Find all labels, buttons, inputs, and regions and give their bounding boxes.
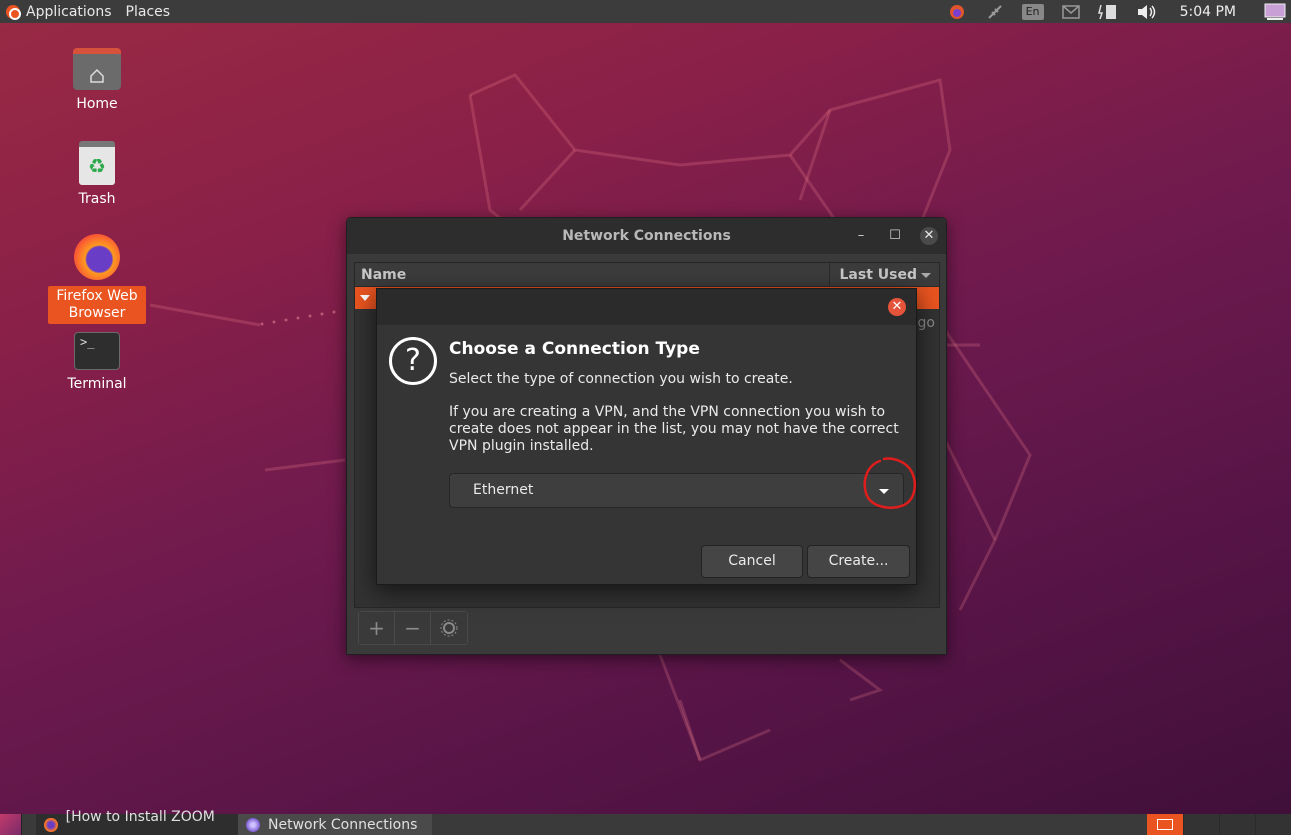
create-button[interactable]: Create... <box>807 545 910 578</box>
combo-selected-value: Ethernet <box>473 482 534 498</box>
ubuntu-logo-icon <box>6 4 21 20</box>
desktop-icon-label: Home <box>76 96 118 112</box>
firefox-icon <box>44 817 58 832</box>
settings-gear-button[interactable] <box>431 612 467 644</box>
dialog-titlebar[interactable]: ✕ <box>377 289 916 325</box>
choose-connection-type-dialog: ✕ ? Choose a Connection Type Select the … <box>376 288 917 585</box>
firefox-tray-icon[interactable] <box>945 3 969 21</box>
clock[interactable]: 5:04 PM <box>1180 4 1236 20</box>
taskbar-item-label: [How to Install ZOOM ... <box>65 808 215 835</box>
dialog-description: Select the type of connection you wish t… <box>449 371 793 387</box>
mail-icon[interactable] <box>1059 3 1083 21</box>
desktop-icon-home[interactable]: Home <box>48 48 146 112</box>
taskbar-item-firefox[interactable]: [How to Install ZOOM ... <box>36 809 238 835</box>
dialog-close-button[interactable]: ✕ <box>888 298 906 316</box>
network-disconnected-icon[interactable] <box>983 3 1007 21</box>
workspace-2[interactable] <box>1183 814 1219 835</box>
top-panel: Applications Places En 5:04 PM <box>0 0 1291 23</box>
cancel-button[interactable]: Cancel <box>701 545 803 578</box>
system-tray: En 5:04 PM <box>938 0 1291 23</box>
column-name[interactable]: Name <box>355 267 829 283</box>
question-icon: ? <box>389 337 437 385</box>
bottom-taskbar: [How to Install ZOOM ... Network Connect… <box>0 809 1291 835</box>
battery-power-icon[interactable] <box>1097 3 1121 21</box>
taskbar-item-network-connections[interactable]: Network Connections <box>238 814 432 835</box>
trash-icon: ♻ <box>79 141 115 185</box>
minimize-button[interactable]: – <box>852 227 870 245</box>
last-used-value: go <box>917 315 935 331</box>
places-label: Places <box>125 3 171 20</box>
places-menu[interactable]: Places <box>126 0 185 23</box>
network-icon <box>246 817 260 832</box>
desktop-icon-label: Firefox Web Browser <box>48 286 146 324</box>
volume-icon[interactable] <box>1135 3 1159 21</box>
gear-icon <box>440 619 458 637</box>
workspace-switcher <box>1147 814 1291 835</box>
desktop-icon-label: Terminal <box>67 376 127 392</box>
connection-type-combo[interactable]: Ethernet <box>449 473 904 508</box>
dialog-vpn-note: If you are creating a VPN, and the VPN c… <box>449 404 899 454</box>
taskbar-item-label: Network Connections <box>268 816 418 833</box>
close-button[interactable]: ✕ <box>920 227 938 245</box>
applications-label: Applications <box>26 3 112 20</box>
keyboard-layout-label: En <box>1021 3 1044 20</box>
terminal-icon: >_ <box>74 332 120 370</box>
show-desktop-button[interactable] <box>0 814 22 835</box>
connections-toolbar: + − <box>358 611 468 645</box>
dialog-heading: Choose a Connection Type <box>449 339 700 359</box>
desktop-icon-trash[interactable]: ♻ Trash <box>48 141 146 207</box>
column-last-used[interactable]: Last Used <box>828 262 940 287</box>
firefox-icon <box>74 234 120 280</box>
workspace-1[interactable] <box>1147 814 1183 835</box>
chevron-down-icon[interactable] <box>879 489 889 494</box>
applications-menu[interactable]: Applications <box>0 0 126 23</box>
workspace-3[interactable] <box>1219 814 1255 835</box>
remove-connection-button[interactable]: − <box>395 612 431 644</box>
home-folder-icon <box>73 48 121 90</box>
workspace-4[interactable] <box>1255 814 1291 835</box>
desktop-icon-firefox[interactable]: Firefox Web Browser <box>48 234 146 324</box>
desktop-icon-terminal[interactable]: >_ Terminal <box>48 332 146 392</box>
keyboard-layout-indicator[interactable]: En <box>1021 3 1045 21</box>
desktop-icon-label: Trash <box>78 191 116 207</box>
window-titlebar[interactable]: Network Connections – ☐ ✕ <box>347 218 946 254</box>
list-header: Name Last Used <box>355 262 940 287</box>
maximize-button[interactable]: ☐ <box>886 227 904 245</box>
add-connection-button[interactable]: + <box>359 612 395 644</box>
session-menu-icon[interactable] <box>1263 3 1287 21</box>
